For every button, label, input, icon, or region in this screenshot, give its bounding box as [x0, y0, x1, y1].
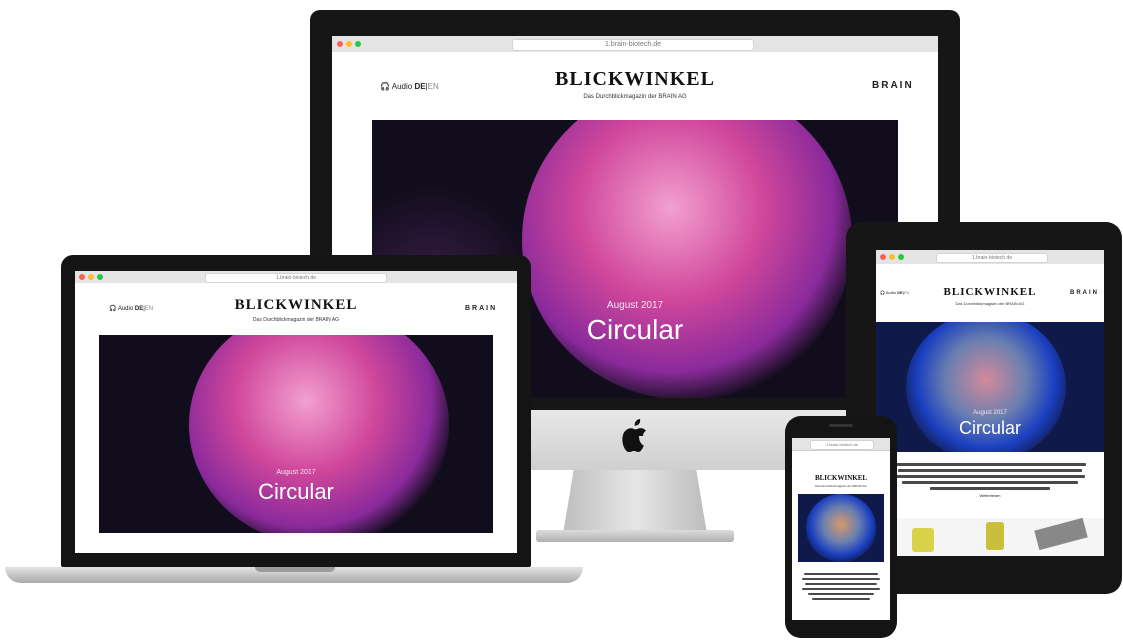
- headphones-icon: 🎧: [380, 82, 390, 91]
- browser-toolbar: 1.brain-biotech.de: [792, 438, 890, 451]
- site-tagline: Das Durchblickmagazin der BRAIN AG: [955, 301, 1025, 306]
- audio-nav[interactable]: 🎧 Audio DE|EN: [880, 290, 909, 295]
- teaser-image-middle[interactable]: [986, 522, 1004, 550]
- site-header: 🎧 Audio DE|EN BLICKWINKEL Das Durchblick…: [332, 52, 938, 120]
- site-logo[interactable]: BLICKWINKEL: [796, 474, 886, 482]
- site-logo[interactable]: BLICKWINKEL: [535, 68, 735, 91]
- laptop-notch: [255, 567, 335, 572]
- intro-text: [800, 570, 882, 603]
- brain-logo[interactable]: BRAIN: [1070, 290, 1099, 296]
- laptop-screen: 1.brain-biotech.de 🎧 Audio DE|EN BLICKWI…: [75, 271, 517, 553]
- hero-banner[interactable]: August 2017 Circular: [99, 335, 493, 533]
- address-bar[interactable]: 1.brain-biotech.de: [512, 39, 754, 51]
- hero-banner[interactable]: [798, 494, 884, 562]
- intro-text: Weiterlesen: [890, 460, 1090, 498]
- phone-device: 1.brain-biotech.de BLICKWINKEL Das Durch…: [785, 416, 897, 638]
- hero-title[interactable]: Circular: [99, 479, 493, 505]
- hero-banner[interactable]: August 2017 Circular: [876, 322, 1104, 452]
- read-more-link[interactable]: Weiterlesen: [890, 493, 1090, 498]
- apple-logo-icon: [620, 418, 648, 453]
- hero-title[interactable]: Circular: [876, 418, 1104, 439]
- browser-toolbar: 1.brain-biotech.de: [332, 36, 938, 53]
- tablet-screen: 1.brain-biotech.de 🎧 Audio DE|EN BLICKWI…: [876, 250, 1104, 556]
- hero-orb: [806, 494, 876, 562]
- audio-nav[interactable]: 🎧 Audio DE|EN: [109, 305, 153, 312]
- site-tagline: Das Durchblickmagazin der BRAIN AG: [252, 317, 340, 323]
- hero-date: August 2017: [276, 469, 316, 476]
- address-bar[interactable]: 1.brain-biotech.de: [936, 253, 1048, 263]
- headphones-icon: 🎧: [880, 290, 885, 295]
- site-logo[interactable]: BLICKWINKEL: [221, 297, 371, 314]
- headphones-icon: 🎧: [109, 306, 117, 312]
- site-header: 🎧 Audio DE|EN BLICKWINKEL Das Durchblick…: [75, 283, 517, 335]
- teaser-image-left[interactable]: [912, 528, 934, 552]
- brain-logo[interactable]: BRAIN: [465, 305, 497, 312]
- site-header: 🎧 Audio DE|EN BLICKWINKEL Das Durchblick…: [876, 264, 1104, 322]
- phone-screen: 1.brain-biotech.de BLICKWINKEL Das Durch…: [792, 438, 890, 620]
- teaser-image-right[interactable]: [1034, 517, 1088, 551]
- audio-nav[interactable]: 🎧 Audio DE|EN: [380, 82, 439, 91]
- hero-date: August 2017: [973, 410, 1007, 416]
- browser-toolbar: 1.brain-biotech.de: [876, 250, 1104, 265]
- address-bar[interactable]: 1.brain-biotech.de: [205, 273, 387, 283]
- laptop-device: 1.brain-biotech.de 🎧 Audio DE|EN BLICKWI…: [5, 255, 583, 595]
- brain-logo[interactable]: BRAIN: [872, 80, 914, 91]
- site-tagline: Das Durchblickmagazin der BRAIN AG: [583, 94, 687, 100]
- teaser-strip: [876, 517, 1104, 556]
- address-bar[interactable]: 1.brain-biotech.de: [810, 440, 874, 450]
- phone-speaker: [829, 424, 853, 427]
- site-logo[interactable]: BLICKWINKEL: [930, 286, 1050, 298]
- site-tagline: Das Durchblickmagazin der BRAIN AG: [815, 484, 867, 488]
